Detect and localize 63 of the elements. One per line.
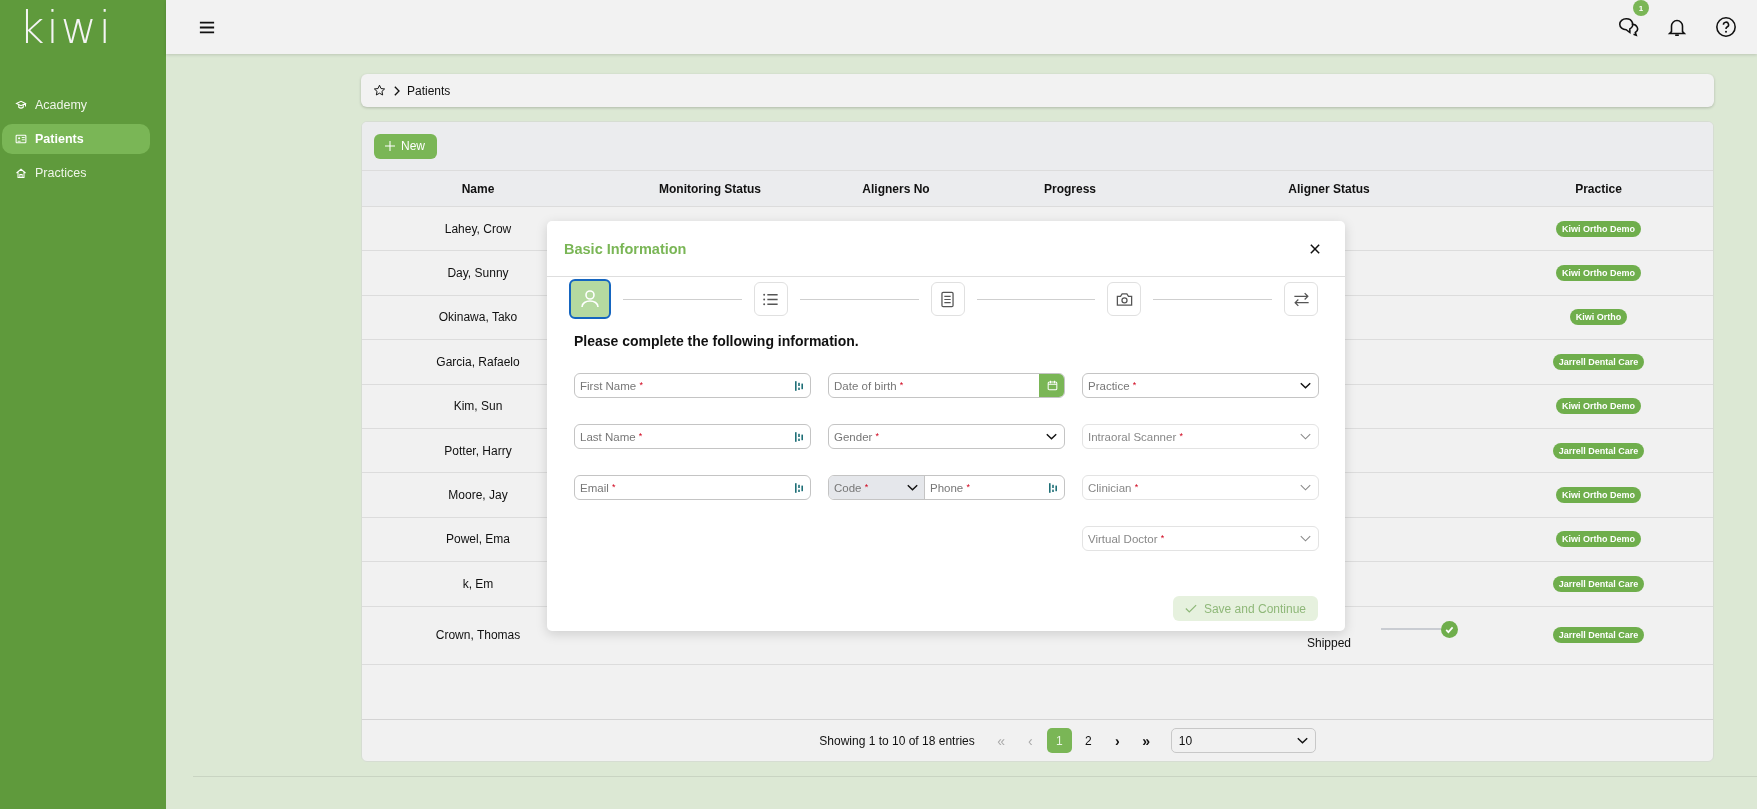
chevron-down-icon bbox=[1300, 484, 1311, 491]
dialog-title: Basic Information bbox=[564, 240, 687, 257]
sidebar-item[interactable]: Academy bbox=[2, 90, 150, 120]
help-icon[interactable] bbox=[1715, 16, 1737, 38]
entries-summary: Showing 1 to 10 of 18 entries bbox=[819, 733, 975, 748]
plus-icon bbox=[385, 141, 395, 151]
practice-badge: Kiwi Ortho Demo bbox=[1556, 531, 1641, 548]
practice-badge: Kiwi Ortho Demo bbox=[1556, 265, 1641, 282]
input-field[interactable]: Last Name * bbox=[574, 424, 811, 449]
practice-badge: Kiwi Ortho bbox=[1569, 309, 1628, 326]
menu-icon[interactable] bbox=[199, 20, 215, 34]
select-field[interactable]: Practice * bbox=[1082, 373, 1319, 398]
practice-badge: Jarrell Dental Care bbox=[1552, 442, 1645, 459]
practice-badge: Kiwi Ortho Demo bbox=[1556, 487, 1641, 504]
notification-count-badge: 1 bbox=[1633, 0, 1649, 16]
breadcrumb-item[interactable]: Patients bbox=[407, 83, 451, 98]
chevron-down-icon bbox=[1296, 737, 1308, 744]
chevron-down-icon bbox=[1046, 433, 1057, 440]
table-cell-text: Day, Sunny bbox=[446, 266, 510, 281]
house-icon bbox=[15, 167, 27, 179]
select-field[interactable]: Gender * bbox=[828, 424, 1065, 449]
column-header: Practice bbox=[1574, 181, 1623, 196]
chevron-down-icon bbox=[1300, 382, 1311, 389]
sidebar-item[interactable]: Practices bbox=[2, 158, 150, 188]
check-icon bbox=[1184, 604, 1197, 613]
table-cell-text: Lahey, Crow bbox=[443, 221, 513, 236]
table-cell-text: Garcia, Rafaelo bbox=[435, 354, 521, 369]
column-header: Name bbox=[460, 181, 496, 196]
practice-badge: Kiwi Ortho Demo bbox=[1556, 398, 1641, 415]
table-cell-text: Powel, Ema bbox=[445, 532, 511, 547]
star-icon[interactable] bbox=[373, 84, 386, 97]
date-field[interactable]: Date of birth * bbox=[828, 373, 1065, 398]
chevron-right-icon bbox=[393, 85, 400, 96]
table-cell-text: k, Em bbox=[461, 576, 495, 591]
graduation-cap-icon bbox=[15, 99, 27, 111]
calendar-icon bbox=[1046, 380, 1058, 391]
table-cell-text: Kim, Sun bbox=[452, 399, 504, 414]
table-cell-text: Potter, Harry bbox=[443, 443, 513, 458]
aligner-status-text: Shipped bbox=[1306, 635, 1351, 650]
chevron-down-icon bbox=[1300, 433, 1311, 440]
column-header: Monitoring Status bbox=[658, 181, 762, 196]
practice-badge: Jarrell Dental Care bbox=[1552, 627, 1645, 643]
page-size-select[interactable]: 10 bbox=[1170, 728, 1316, 753]
page-button[interactable]: 2 bbox=[1075, 728, 1101, 753]
close-icon[interactable] bbox=[1310, 243, 1320, 254]
chevron-down-icon bbox=[1300, 535, 1311, 542]
column-header: Aligner Status bbox=[1287, 181, 1371, 196]
step-button[interactable] bbox=[569, 279, 611, 319]
practice-badge: Kiwi Ortho Demo bbox=[1556, 220, 1641, 237]
check-circle-icon bbox=[1440, 620, 1458, 638]
document-icon bbox=[938, 289, 957, 309]
chat-bubbles-icon[interactable] bbox=[1617, 16, 1639, 38]
input-field[interactable]: First Name * bbox=[574, 373, 811, 398]
table-cell-text: Okinawa, Tako bbox=[437, 310, 519, 325]
column-header: Progress bbox=[1043, 181, 1097, 196]
table-cell-text: Crown, Thomas bbox=[434, 628, 522, 642]
practice-badge: Jarrell Dental Care bbox=[1552, 575, 1645, 592]
form-instructions: Please complete the following information. bbox=[573, 332, 860, 349]
column-header: Aligners No bbox=[861, 181, 931, 196]
input-field[interactable]: Email * bbox=[574, 475, 811, 500]
kiwi-logo[interactable]: kiwi bbox=[0, 0, 113, 54]
practice-badge: Jarrell Dental Care bbox=[1552, 353, 1645, 370]
status-track-line bbox=[1380, 628, 1441, 630]
